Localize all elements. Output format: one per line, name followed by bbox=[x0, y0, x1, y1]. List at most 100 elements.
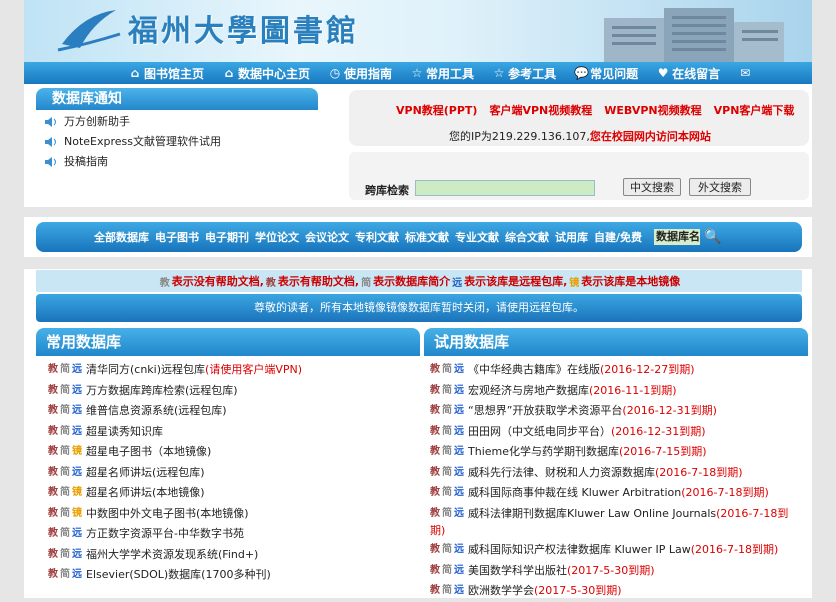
intro-tag[interactable]: 简 bbox=[60, 463, 70, 484]
nav-message[interactable]: ♥ 在线留言 bbox=[656, 65, 720, 82]
mirror-tag[interactable]: 镜 bbox=[72, 504, 82, 525]
category-all[interactable]: 全部数据库 bbox=[94, 229, 149, 245]
intro-tag[interactable]: 简 bbox=[442, 422, 452, 443]
help-doc-tag[interactable]: 教 bbox=[430, 360, 440, 381]
mirror-tag[interactable]: 镜 bbox=[72, 442, 82, 463]
help-doc-tag[interactable]: 教 bbox=[48, 463, 58, 484]
intro-tag[interactable]: 简 bbox=[442, 360, 452, 381]
remote-tag[interactable]: 远 bbox=[454, 422, 464, 443]
help-doc-tag[interactable]: 教 bbox=[48, 565, 58, 586]
database-link[interactable]: 超星读秀知识库 bbox=[86, 422, 163, 443]
database-link[interactable]: 清华同方(cnki)远程包库 bbox=[86, 360, 205, 381]
remote-tag[interactable]: 远 bbox=[454, 442, 464, 463]
remote-tag[interactable]: 远 bbox=[72, 422, 82, 443]
remote-tag[interactable]: 远 bbox=[454, 360, 464, 381]
remote-tag[interactable]: 远 bbox=[72, 463, 82, 484]
nav-reference-tools[interactable]: ☆ 参考工具 bbox=[492, 65, 556, 82]
help-doc-tag[interactable]: 教 bbox=[48, 524, 58, 545]
category-ejournals[interactable]: 电子期刊 bbox=[205, 229, 249, 245]
help-doc-tag[interactable]: 教 bbox=[48, 381, 58, 402]
webvpn-video-link[interactable]: WEBVPN视频教程 bbox=[604, 102, 701, 118]
help-doc-tag[interactable]: 教 bbox=[430, 581, 440, 602]
intro-tag[interactable]: 简 bbox=[60, 422, 70, 443]
chinese-search-button[interactable]: 中文搜索 bbox=[623, 178, 681, 196]
help-doc-tag[interactable]: 教 bbox=[430, 401, 440, 422]
remote-tag[interactable]: 远 bbox=[454, 483, 464, 504]
intro-tag[interactable]: 简 bbox=[442, 401, 452, 422]
intro-tag[interactable]: 简 bbox=[442, 483, 452, 504]
database-link[interactable]: 维普信息资源系统(远程包库) bbox=[86, 401, 227, 422]
help-doc-tag[interactable]: 教 bbox=[430, 381, 440, 402]
intro-tag[interactable]: 简 bbox=[442, 504, 452, 525]
database-link[interactable]: 威科先行法律、财税和人力资源数据库 bbox=[468, 463, 655, 484]
remote-tag[interactable]: 远 bbox=[72, 401, 82, 422]
help-doc-tag[interactable]: 教 bbox=[430, 463, 440, 484]
database-link[interactable]: 福州大学学术资源发现系统(Find+) bbox=[86, 545, 258, 566]
remote-tag[interactable]: 远 bbox=[454, 561, 464, 582]
nav-guide[interactable]: ◷ 使用指南 bbox=[328, 65, 392, 82]
help-doc-tag[interactable]: 教 bbox=[430, 540, 440, 561]
database-link[interactable]: 万方数据库跨库检索(远程包库) bbox=[86, 381, 238, 402]
intro-tag[interactable]: 简 bbox=[60, 381, 70, 402]
database-link[interactable]: 宏观经济与房地产数据库 bbox=[468, 381, 589, 402]
database-link[interactable]: 威科法律期刊数据库Kluwer Law Online Journals bbox=[468, 504, 716, 525]
remote-tag[interactable]: 远 bbox=[454, 504, 464, 525]
database-link[interactable]: 中数图中外文电子图书(本地镜像) bbox=[86, 504, 249, 525]
database-link[interactable]: 威科国际知识产权法律数据库 Kluwer IP Law bbox=[468, 540, 691, 561]
intro-tag[interactable]: 简 bbox=[60, 565, 70, 586]
database-name-input[interactable]: 数据库名 bbox=[654, 229, 701, 245]
intro-tag[interactable]: 简 bbox=[442, 581, 452, 602]
help-doc-tag[interactable]: 教 bbox=[430, 442, 440, 463]
category-self-built-free[interactable]: 自建/免费 bbox=[594, 229, 642, 245]
intro-tag[interactable]: 简 bbox=[60, 401, 70, 422]
category-conference[interactable]: 会议论文 bbox=[305, 229, 349, 245]
remote-tag[interactable]: 远 bbox=[72, 524, 82, 545]
intro-tag[interactable]: 简 bbox=[442, 381, 452, 402]
category-trial[interactable]: 试用库 bbox=[555, 229, 588, 245]
remote-tag[interactable]: 远 bbox=[72, 360, 82, 381]
vpn-client-download-link[interactable]: VPN客户端下载 bbox=[714, 102, 795, 118]
intro-tag[interactable]: 简 bbox=[60, 442, 70, 463]
help-doc-tag[interactable]: 教 bbox=[48, 422, 58, 443]
help-doc-tag[interactable]: 教 bbox=[48, 401, 58, 422]
intro-tag[interactable]: 简 bbox=[442, 561, 452, 582]
help-doc-tag[interactable]: 教 bbox=[48, 442, 58, 463]
mirror-tag[interactable]: 镜 bbox=[72, 483, 82, 504]
remote-tag[interactable]: 远 bbox=[454, 401, 464, 422]
notice-item[interactable]: 投稿指南 bbox=[36, 152, 338, 172]
help-doc-tag[interactable]: 教 bbox=[48, 360, 58, 381]
database-link[interactable]: 方正数字资源平台-中华数字书苑 bbox=[86, 524, 244, 545]
intro-tag[interactable]: 简 bbox=[60, 360, 70, 381]
intro-tag[interactable]: 简 bbox=[442, 463, 452, 484]
intro-tag[interactable]: 简 bbox=[60, 483, 70, 504]
remote-tag[interactable]: 远 bbox=[72, 565, 82, 586]
intro-tag[interactable]: 简 bbox=[442, 540, 452, 561]
database-link[interactable]: Elsevier(SDOL)数据库(1700多种刊) bbox=[86, 565, 271, 586]
category-patents[interactable]: 专利文献 bbox=[355, 229, 399, 245]
intro-tag[interactable]: 简 bbox=[60, 524, 70, 545]
remote-tag[interactable]: 远 bbox=[454, 581, 464, 602]
database-link[interactable]: 《中华经典古籍库》在线版 bbox=[468, 360, 600, 381]
search-input[interactable] bbox=[415, 180, 595, 196]
notice-item[interactable]: NoteExpress文献管理软件试用 bbox=[36, 132, 338, 152]
category-comprehensive[interactable]: 综合文献 bbox=[505, 229, 549, 245]
nav-mail[interactable]: ✉ bbox=[738, 66, 754, 80]
database-link[interactable]: 田田网（中文纸电同步平台） bbox=[468, 422, 611, 443]
notice-item[interactable]: 万方创新助手 bbox=[36, 112, 338, 132]
database-link[interactable]: Thieme化学与药学期刊数据库 bbox=[468, 442, 619, 463]
remote-tag[interactable]: 远 bbox=[454, 540, 464, 561]
category-professional[interactable]: 专业文献 bbox=[455, 229, 499, 245]
nav-data-center-home[interactable]: ⌂ 数据中心主页 bbox=[222, 65, 310, 82]
database-link[interactable]: “思想界”开放获取学术资源平台 bbox=[468, 401, 622, 422]
help-doc-tag[interactable]: 教 bbox=[430, 504, 440, 525]
database-link[interactable]: 超星名师讲坛(远程包库) bbox=[86, 463, 205, 484]
remote-tag[interactable]: 远 bbox=[454, 463, 464, 484]
remote-tag[interactable]: 远 bbox=[454, 381, 464, 402]
intro-tag[interactable]: 简 bbox=[60, 504, 70, 525]
remote-tag[interactable]: 远 bbox=[72, 545, 82, 566]
help-doc-tag[interactable]: 教 bbox=[430, 422, 440, 443]
database-link[interactable]: 欧洲数学学会 bbox=[468, 581, 534, 602]
category-ebooks[interactable]: 电子图书 bbox=[155, 229, 199, 245]
intro-tag[interactable]: 简 bbox=[442, 442, 452, 463]
help-doc-tag[interactable]: 教 bbox=[430, 561, 440, 582]
